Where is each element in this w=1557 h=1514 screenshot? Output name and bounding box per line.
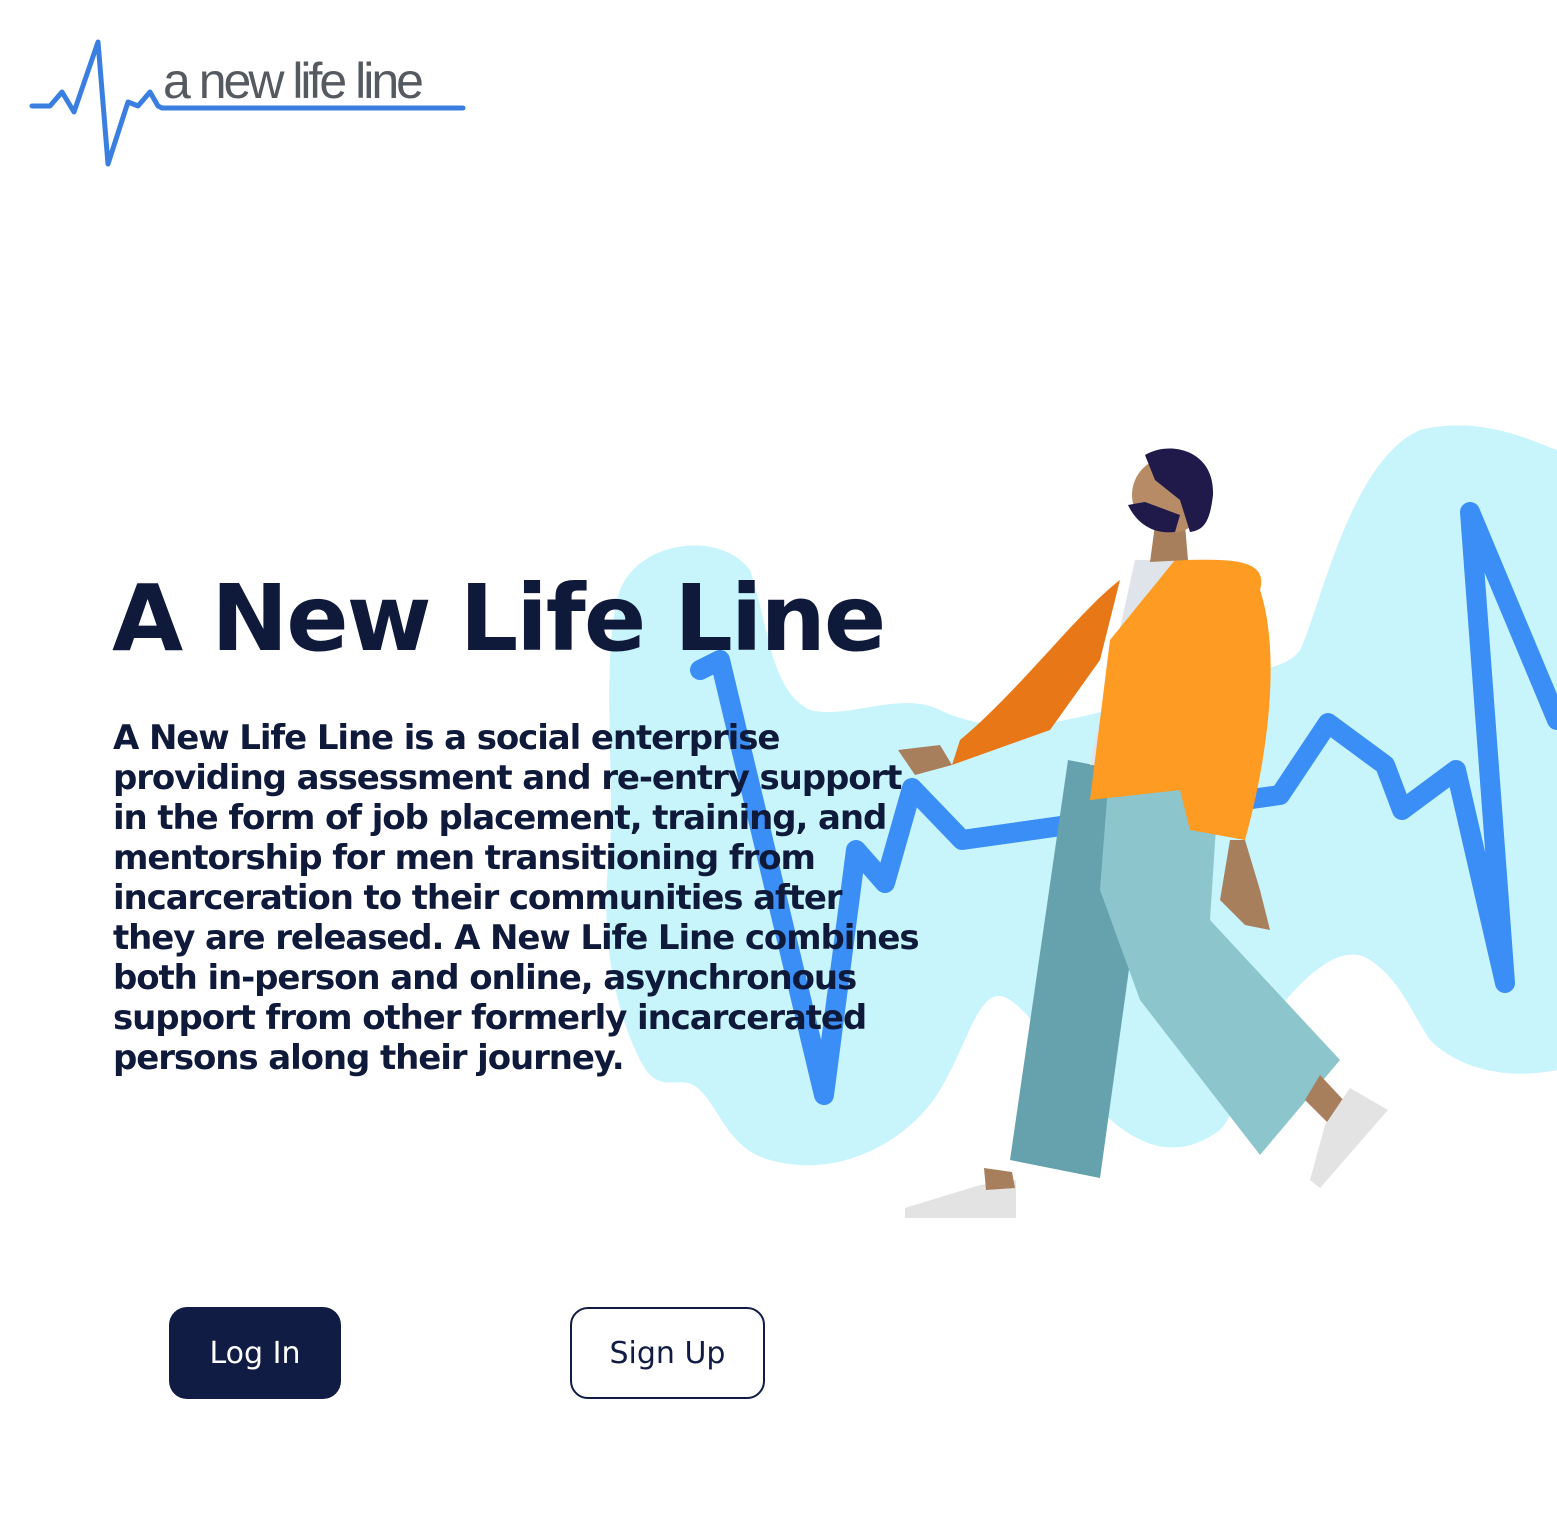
back-ankle [984, 1168, 1015, 1190]
page-title: A New Life Line [112, 565, 886, 672]
login-button[interactable]: Log In [169, 1307, 341, 1399]
hero-description: A New Life Line is a social enterprise p… [113, 718, 920, 1078]
site-logo[interactable]: a new life line [28, 36, 473, 176]
signup-button[interactable]: Sign Up [570, 1307, 765, 1399]
logo-text: a new life line [163, 53, 424, 109]
